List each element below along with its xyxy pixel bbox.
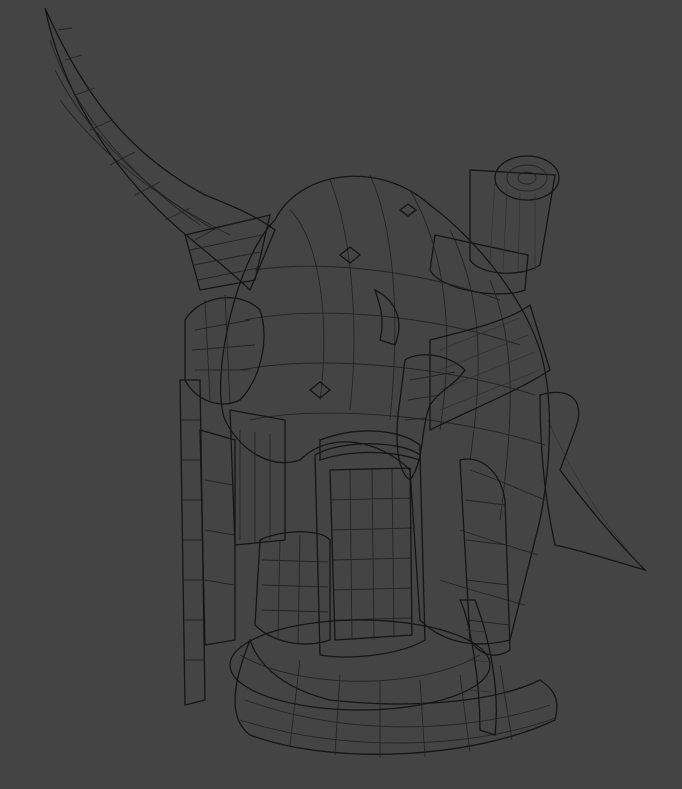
horn-icon [44, 7, 276, 292]
cylinder-stub [429, 155, 560, 295]
wireframe-render [44, 7, 648, 758]
back-flap [539, 391, 648, 572]
3d-viewport[interactable] [0, 0, 682, 789]
helmet-dome [219, 174, 551, 645]
side-ornament [184, 294, 265, 406]
